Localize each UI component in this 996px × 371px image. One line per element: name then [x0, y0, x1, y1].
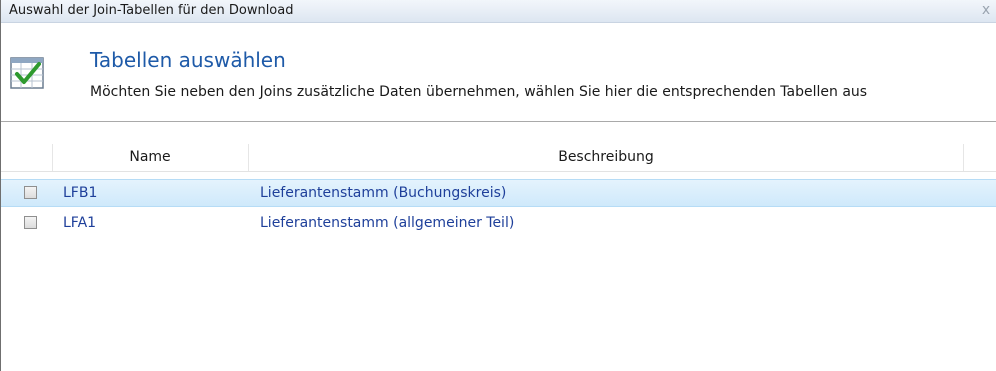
table-description-cell: Lieferantenstamm (allgemeiner Teil): [260, 215, 515, 231]
header-divider: [1, 121, 996, 122]
table-name-cell: LFB1: [63, 185, 98, 201]
table-name-cell: LFA1: [63, 215, 97, 231]
table-row[interactable]: LFA1 Lieferantenstamm (allgemeiner Teil): [1, 209, 996, 237]
page-subtitle: Möchten Sie neben den Joins zusätzliche …: [90, 84, 868, 100]
column-header-select[interactable]: [1, 144, 53, 171]
tables-grid: Name Beschreibung LFB1 Lieferantenstamm …: [1, 144, 996, 237]
table-header: Name Beschreibung: [1, 144, 996, 172]
checkmark-grid-icon: [10, 57, 44, 89]
table-description-cell: Lieferantenstamm (Buchungskreis): [260, 185, 507, 201]
close-icon[interactable]: x: [978, 1, 994, 19]
title-bar[interactable]: Auswahl der Join-Tabellen für den Downlo…: [1, 0, 996, 23]
window-title: Auswahl der Join-Tabellen für den Downlo…: [9, 3, 294, 18]
column-header-name[interactable]: Name: [52, 144, 249, 171]
row-checkbox[interactable]: [24, 186, 37, 199]
table-row[interactable]: LFB1 Lieferantenstamm (Buchungskreis): [1, 179, 996, 207]
row-checkbox[interactable]: [24, 216, 37, 229]
page-title: Tabellen auswählen: [90, 48, 286, 72]
dialog-window: Auswahl der Join-Tabellen für den Downlo…: [0, 0, 996, 371]
column-header-description[interactable]: Beschreibung: [249, 144, 964, 171]
